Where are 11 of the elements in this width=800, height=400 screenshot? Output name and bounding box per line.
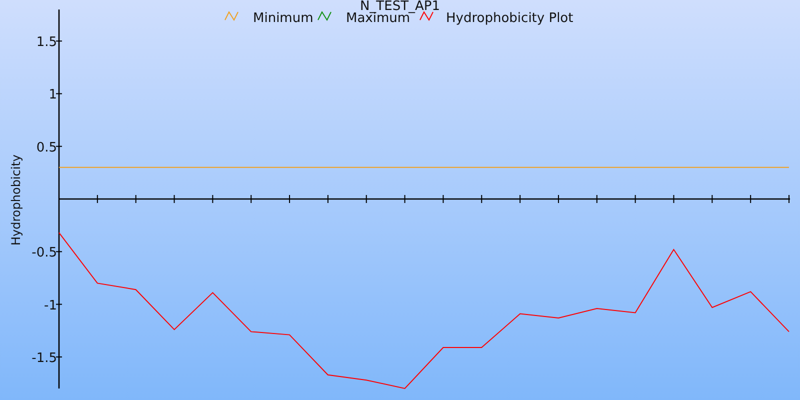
chart-title: N_TEST_AP1: [360, 0, 440, 14]
y-tick-label: -0.5: [32, 246, 57, 261]
legend-label: Hydrophobicity Plot: [446, 11, 574, 26]
legend-label: Maximum: [346, 11, 410, 26]
y-tick-label: -1.5: [32, 350, 57, 366]
y-tick-label: 1.5: [36, 35, 57, 50]
legend-label: Minimum: [253, 11, 314, 26]
y-tick-label: -1: [44, 298, 57, 314]
y-axis-label: Hydrophobicity: [9, 154, 23, 246]
y-tick-label: 1: [48, 88, 57, 103]
y-tick-label: 0.5: [36, 140, 57, 156]
